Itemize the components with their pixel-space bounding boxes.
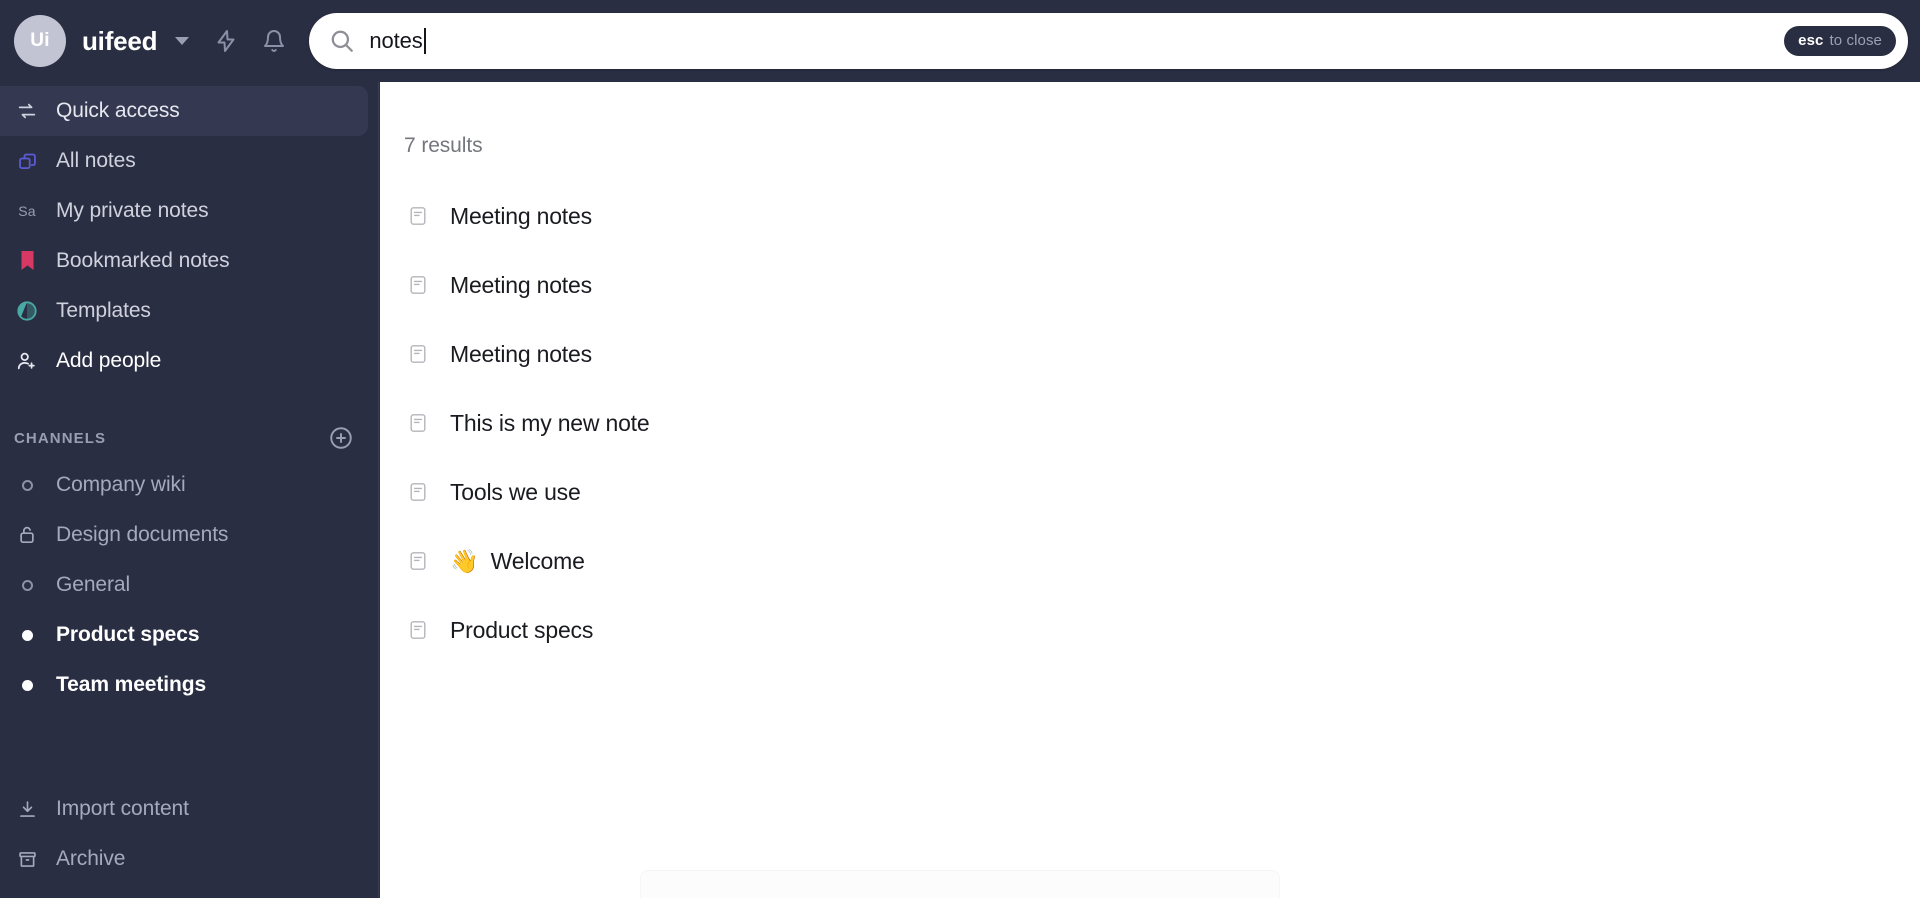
sidebar-item-label: Quick access	[56, 99, 180, 122]
result-title: Meeting notes	[450, 272, 592, 298]
esc-key-label: esc	[1798, 32, 1824, 49]
sidebar-item-templates[interactable]: Templates	[0, 286, 378, 336]
result-title: Product specs	[450, 617, 594, 643]
sidebar-item-all-notes[interactable]: All notes	[0, 136, 378, 186]
circle-outline-icon	[14, 572, 40, 598]
note-doc-icon	[408, 551, 430, 573]
sidebar-item-label: Archive	[56, 847, 126, 870]
result-title: This is my new note	[450, 410, 650, 436]
sidebar-item-archive[interactable]: Archive	[0, 834, 378, 884]
sidebar-channel-company-wiki[interactable]: Company wiki	[0, 460, 378, 510]
initials-avatar-label: Sa	[18, 203, 36, 219]
waving-hand-emoji: 👋	[450, 548, 479, 574]
channels-section-title: CHANNELS	[14, 429, 107, 447]
sidebar-item-label: Product specs	[56, 623, 200, 646]
channels-section-header: CHANNELS	[0, 416, 378, 460]
sidebar-channel-design-documents[interactable]: Design documents	[0, 510, 378, 560]
sidebar-item-label: My private notes	[56, 199, 209, 222]
initials-avatar-sa-icon: Sa	[14, 198, 40, 224]
note-doc-icon	[408, 275, 430, 297]
topbar-icon-group	[213, 28, 287, 54]
lock-icon	[14, 522, 40, 548]
download-icon	[14, 796, 40, 822]
results-count-label: 7 results	[404, 134, 483, 157]
avatar: Ui	[14, 15, 66, 67]
search-input[interactable]: notes	[369, 28, 1784, 54]
esc-to-close-badge[interactable]: esc to close	[1784, 26, 1896, 56]
result-row[interactable]: Meeting notes	[380, 251, 1920, 320]
search-input-value: notes	[369, 28, 423, 53]
sidebar-item-bookmarked-notes[interactable]: Bookmarked notes	[0, 236, 378, 286]
results-list: Meeting notes Meeting notes Meeting note…	[380, 158, 1920, 665]
sidebar-item-label: All notes	[56, 149, 136, 172]
workspace-name: uifeed	[82, 25, 158, 56]
sidebar-item-label: Company wiki	[56, 473, 186, 496]
background-panel-edge	[640, 870, 1280, 898]
sidebar-item-import-content[interactable]: Import content	[0, 784, 378, 834]
text-cursor	[423, 28, 426, 54]
sidebar: Quick access All notes Sa My private not…	[0, 82, 379, 898]
layers-copy-icon	[14, 148, 40, 174]
archive-box-icon	[14, 846, 40, 872]
note-doc-icon	[408, 206, 430, 228]
sidebar-item-label: General	[56, 573, 131, 596]
sidebar-item-quick-access[interactable]: Quick access	[0, 86, 368, 136]
result-title: Meeting notes	[450, 203, 592, 229]
circle-outline-icon	[14, 472, 40, 498]
channels-list: Company wiki Design documents General Pr…	[0, 460, 378, 710]
app-root: Ui uifeed notes esc to close Quick acces…	[0, 0, 1920, 898]
esc-hint-label: to close	[1829, 32, 1882, 49]
result-row[interactable]: Meeting notes	[380, 320, 1920, 389]
swap-arrows-icon	[14, 98, 40, 124]
sidebar-channel-general[interactable]: General	[0, 560, 378, 610]
search-container: notes esc to close	[309, 0, 1908, 82]
dot-filled-icon	[14, 622, 40, 648]
sidebar-bottom-nav: Import content Archive	[0, 784, 378, 898]
note-doc-icon	[408, 413, 430, 435]
search-bar[interactable]: notes esc to close	[309, 13, 1908, 69]
result-title: Meeting notes	[450, 341, 592, 367]
search-results-panel: 7 results Meeting notes Meeting notes Me…	[380, 82, 1920, 898]
sidebar-top-nav: Quick access All notes Sa My private not…	[0, 82, 378, 386]
result-row[interactable]: Meeting notes	[380, 182, 1920, 251]
chevron-down-icon[interactable]	[175, 37, 190, 45]
sidebar-item-label: Add people	[56, 349, 162, 372]
dot-filled-icon	[14, 672, 40, 698]
lightning-bolt-icon[interactable]	[213, 28, 239, 54]
result-row[interactable]: Tools we use	[380, 458, 1920, 527]
sidebar-item-label: Import content	[56, 797, 189, 820]
bell-icon[interactable]	[261, 28, 287, 54]
plus-circle-icon[interactable]	[328, 425, 354, 451]
workspace-switcher[interactable]: Ui uifeed	[14, 0, 190, 82]
result-row[interactable]: This is my new note	[380, 389, 1920, 458]
bookmark-icon	[14, 248, 40, 274]
note-doc-icon	[408, 344, 430, 366]
top-bar: Ui uifeed notes esc to close	[0, 0, 1920, 82]
search-icon	[329, 28, 355, 54]
templates-circle-icon	[14, 298, 40, 324]
sidebar-item-label: Team meetings	[56, 673, 207, 696]
sidebar-item-add-people[interactable]: Add people	[0, 336, 378, 386]
result-title: Welcome	[490, 548, 585, 574]
sidebar-item-label: Bookmarked notes	[56, 249, 230, 272]
sidebar-item-label: Templates	[56, 299, 151, 322]
note-doc-icon	[408, 482, 430, 504]
sidebar-item-label: Design documents	[56, 523, 229, 546]
note-doc-icon	[408, 620, 430, 642]
sidebar-item-my-private-notes[interactable]: Sa My private notes	[0, 186, 378, 236]
result-row[interactable]: Product specs	[380, 596, 1920, 665]
result-row[interactable]: 👋 Welcome	[380, 527, 1920, 596]
person-add-icon	[14, 348, 40, 374]
result-title: Tools we use	[450, 479, 581, 505]
sidebar-channel-product-specs[interactable]: Product specs	[0, 610, 378, 660]
sidebar-channel-team-meetings[interactable]: Team meetings	[0, 660, 378, 710]
